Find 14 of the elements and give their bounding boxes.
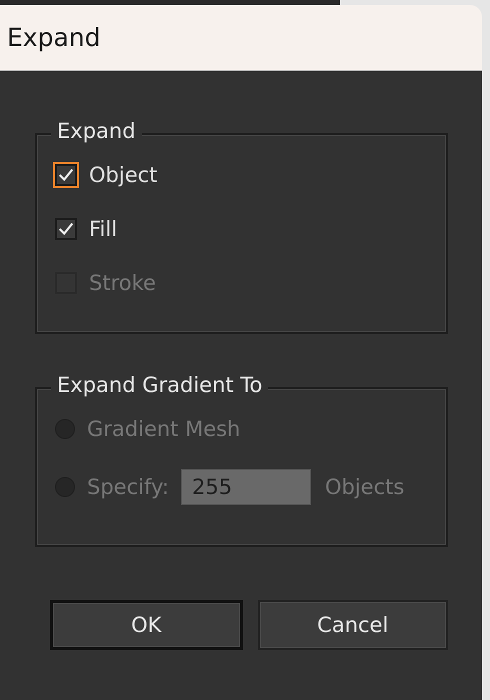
cancel-button[interactable]: Cancel (258, 600, 448, 650)
group-title: Expand Gradient To (51, 373, 268, 397)
window-title: Expand (7, 23, 100, 52)
radio-label: Specify: (87, 475, 169, 499)
check-icon (57, 166, 75, 184)
group-title: Expand (51, 119, 142, 143)
radio-label: Gradient Mesh (87, 417, 240, 441)
check-icon (57, 220, 75, 238)
checkbox[interactable] (55, 218, 77, 240)
checkbox-label: Object (89, 163, 158, 187)
ok-button[interactable]: OK (50, 600, 242, 650)
checkbox-label: Fill (89, 217, 118, 241)
checkbox-label: Stroke (89, 271, 156, 295)
unit-label: Objects (324, 475, 404, 499)
